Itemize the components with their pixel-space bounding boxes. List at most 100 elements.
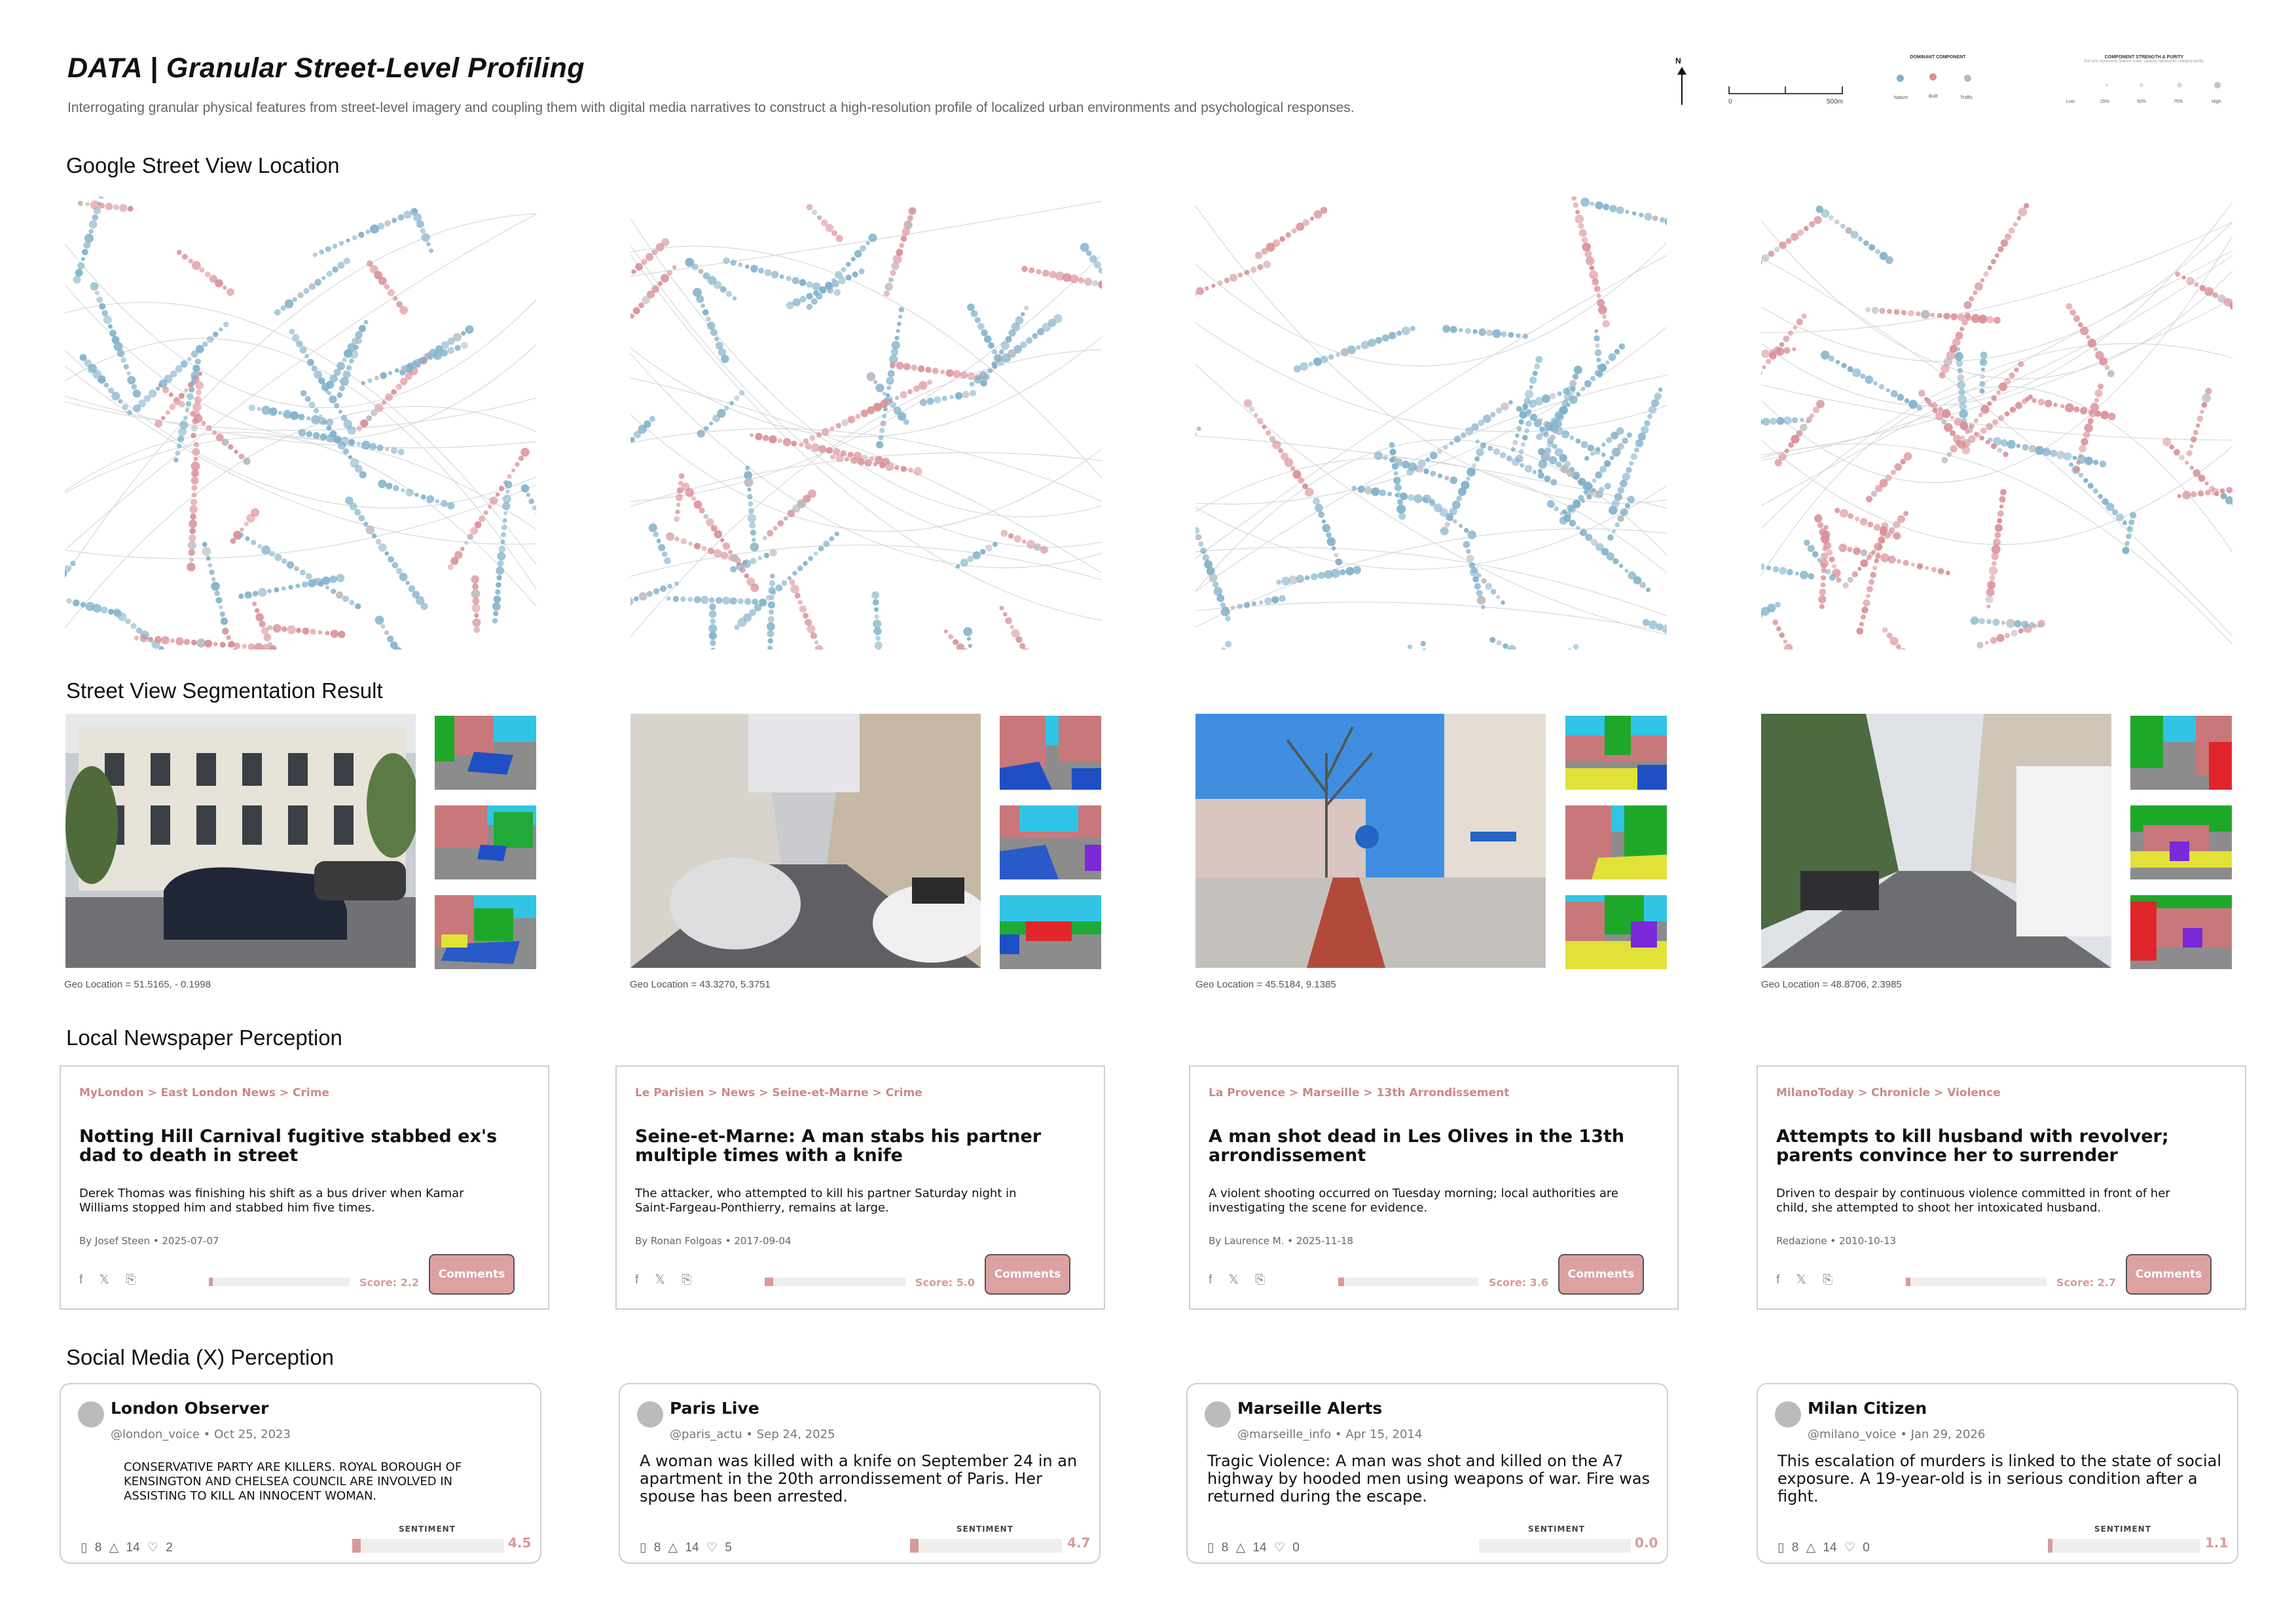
map-dot [764, 269, 772, 276]
map-dot [1973, 290, 1978, 295]
map-dot [1900, 458, 1906, 465]
map-dot [1447, 515, 1454, 521]
map-dot [1457, 487, 1467, 496]
map-dot [1973, 418, 1978, 423]
news-headline[interactable]: Attempts to kill husband with revolver; … [1776, 1127, 2195, 1165]
map-dot [724, 405, 729, 411]
map-dot [181, 253, 188, 260]
post-author[interactable]: Marseille Alerts [1237, 1399, 1382, 1418]
comments-button[interactable]: Comments [1558, 1254, 1644, 1295]
share-icons[interactable]: f 𝕏 ⎘ [635, 1272, 698, 1287]
map-dot [850, 456, 858, 464]
map-dot [329, 395, 337, 403]
map-dot [949, 395, 954, 399]
map-dot [890, 270, 896, 276]
post-author[interactable]: Paris Live [670, 1399, 759, 1418]
comments-button[interactable]: Comments [429, 1254, 515, 1295]
avatar[interactable] [78, 1401, 104, 1428]
map-dot [1250, 267, 1257, 273]
map-dot [1489, 637, 1496, 643]
map-dot [1645, 587, 1651, 593]
post-author[interactable]: London Observer [111, 1399, 268, 1418]
news-headline[interactable]: Seine-et-Marne: A man stabs his partner … [635, 1127, 1054, 1165]
map-dot [426, 495, 435, 504]
post-actions[interactable]: ▯ 8 △ 14 ♡ 0 [1207, 1540, 1300, 1555]
map-dot [139, 635, 148, 643]
map-dot [1851, 571, 1859, 578]
map-dot [1838, 544, 1848, 553]
map-dot [211, 581, 220, 591]
map-dot [1979, 380, 1986, 387]
sentiment-bar [2048, 1539, 2200, 1553]
post-author[interactable]: Milan Citizen [1808, 1399, 1927, 1418]
map-dot [2053, 403, 2058, 407]
map-dot [358, 515, 365, 522]
avatar[interactable] [637, 1401, 663, 1428]
map-dot [1608, 353, 1616, 361]
news-breadcrumb[interactable]: La Provence > Marseille > 13th Arrondiss… [1209, 1086, 1509, 1099]
map-dot [212, 331, 219, 337]
map-dot [767, 530, 774, 537]
map-dot [806, 281, 813, 288]
map-dot [747, 487, 752, 492]
map-dot [1594, 369, 1601, 377]
map-dot [1613, 558, 1619, 564]
map-dot [708, 610, 717, 618]
map-dot [829, 454, 835, 460]
map-dot [988, 342, 994, 349]
map-dot [1937, 407, 1943, 413]
map-dot [806, 293, 813, 300]
share-icons[interactable]: f 𝕏 ⎘ [1209, 1272, 1271, 1287]
map-dot [1812, 551, 1819, 558]
map-dot [992, 349, 998, 355]
share-icons[interactable]: f 𝕏 ⎘ [79, 1272, 142, 1287]
map-dot [336, 574, 345, 583]
map-dot [791, 440, 797, 447]
score-bar [209, 1278, 350, 1286]
map-dot [661, 274, 670, 283]
map-dot [721, 596, 731, 605]
map-dot [873, 380, 878, 384]
map-dot [190, 513, 196, 520]
map-dot [1983, 271, 1989, 277]
map-dot [1998, 382, 2008, 392]
map-dot [2076, 460, 2081, 465]
comments-button[interactable]: Comments [985, 1254, 1070, 1295]
map-dot [472, 618, 481, 627]
map-dot [240, 527, 244, 532]
map-dot [177, 435, 185, 443]
comments-button[interactable]: Comments [2126, 1254, 2212, 1295]
map-dot [1644, 420, 1650, 426]
post-actions[interactable]: ▯ 8 △ 14 ♡ 0 [1777, 1540, 1870, 1555]
news-breadcrumb[interactable]: MilanoToday > Chronicle > Violence [1776, 1086, 2001, 1099]
post-actions[interactable]: ▯ 8 △ 14 ♡ 5 [640, 1540, 732, 1555]
news-headline[interactable]: Notting Hill Carnival fugitive stabbed e… [79, 1127, 498, 1165]
map-dot [1532, 470, 1537, 475]
news-headline[interactable]: A man shot dead in Les Olives in the 13t… [1209, 1127, 1628, 1165]
map-dot [888, 399, 893, 403]
map-dot [90, 200, 100, 210]
map-dot [2018, 361, 2024, 367]
map-dot [2092, 488, 2098, 494]
map-dot [244, 521, 249, 526]
avatar[interactable] [1205, 1401, 1231, 1428]
avatar[interactable] [1775, 1401, 1801, 1428]
map-dot [2204, 287, 2214, 297]
map-dot [75, 268, 83, 277]
news-breadcrumb[interactable]: MyLondon > East London News > Crime [79, 1086, 329, 1099]
news-breadcrumb[interactable]: Le Parisien > News > Seine-et-Marne > Cr… [635, 1086, 922, 1099]
map-dot [119, 204, 128, 212]
map-dot [154, 636, 162, 644]
map-dot [342, 448, 350, 455]
map-dot [1941, 409, 1951, 418]
map-dot [1991, 553, 1999, 561]
share-icons[interactable]: f 𝕏 ⎘ [1776, 1272, 1839, 1287]
map-dot [1887, 308, 1892, 314]
map-dot [385, 447, 390, 452]
map-dot [301, 581, 308, 588]
map-dot [882, 392, 886, 396]
map-dot [1946, 452, 1952, 457]
map-dot [374, 375, 379, 380]
post-actions[interactable]: ▯ 8 △ 14 ♡ 2 [81, 1540, 173, 1555]
map-dot [940, 369, 945, 375]
